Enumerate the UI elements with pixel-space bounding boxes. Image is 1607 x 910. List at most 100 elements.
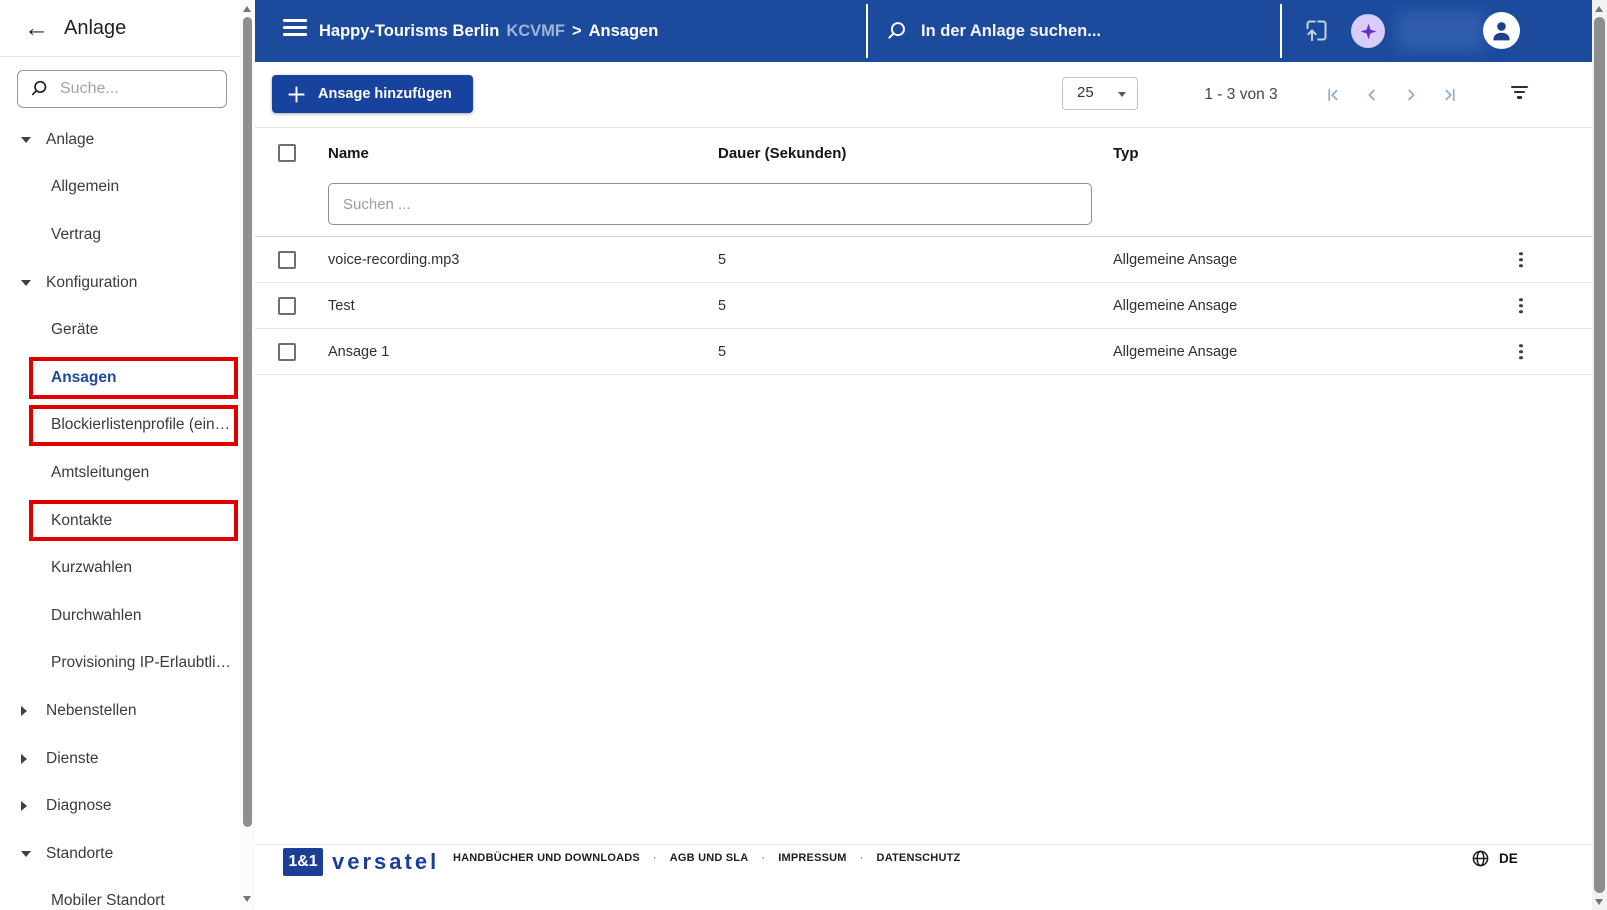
sidebar-item-label: Kontakte <box>51 511 113 529</box>
sidebar-item[interactable]: Durchwahlen <box>0 592 240 640</box>
breadcrumb-code: KCVMF <box>506 21 565 40</box>
sidebar-item[interactable]: Kontakte <box>0 497 240 545</box>
sidebar-item-label: Durchwahlen <box>51 606 142 624</box>
sidebar-item[interactable]: Allgemein <box>0 164 240 212</box>
row-checkbox[interactable] <box>278 297 296 315</box>
filter-icon[interactable] <box>1507 86 1531 99</box>
cell-name: voice-recording.mp3 <box>328 251 460 268</box>
header-search-box[interactable] <box>885 0 1265 62</box>
breadcrumb-page: Ansagen <box>588 21 659 40</box>
add-announcement-button[interactable]: Ansage hinzufügen <box>272 75 473 113</box>
pagination-controls <box>1324 62 1459 128</box>
logo-versatel-text: versatel <box>332 849 440 874</box>
sidebar-item-label: Dienste <box>46 749 99 767</box>
language-selector[interactable]: DE <box>1471 846 1518 870</box>
cell-duration: 5 <box>718 251 727 268</box>
sidebar-item-label: Anlage <box>46 130 95 148</box>
sidebar-scrollbar[interactable] <box>240 0 255 910</box>
column-header-name[interactable]: Name <box>328 145 369 162</box>
scroll-down-arrow-icon[interactable] <box>1595 899 1603 905</box>
sidebar-item-label: Diagnose <box>46 797 112 815</box>
sidebar-item[interactable]: Dienste <box>0 735 240 783</box>
globe-icon <box>1472 850 1489 866</box>
sidebar-search-box[interactable] <box>17 70 227 108</box>
sidebar-item[interactable]: Amtsleitungen <box>0 449 240 497</box>
sidebar-item[interactable]: Standorte <box>0 830 240 878</box>
back-arrow-icon[interactable]: ← <box>24 15 49 41</box>
page-scrollbar-thumb[interactable] <box>1594 17 1605 893</box>
column-header-duration[interactable]: Dauer (Sekunden) <box>718 145 846 162</box>
sidebar-item[interactable]: Mobiler Standort <box>0 878 240 910</box>
header-divider <box>866 4 868 58</box>
table-search-input[interactable] <box>328 183 1092 225</box>
sidebar-item[interactable]: Konfiguration <box>0 259 240 307</box>
sidebar-title: Anlage <box>64 16 127 39</box>
pointer-up-icon[interactable] <box>1303 17 1330 49</box>
sidebar-item-label: Standorte <box>46 844 114 862</box>
column-header-type[interactable]: Typ <box>1113 145 1139 162</box>
language-code: DE <box>1499 850 1518 866</box>
expander-triangle-icon <box>21 850 31 857</box>
sparkle-button[interactable] <box>1351 14 1385 48</box>
expander-triangle-icon <box>21 279 31 286</box>
table-row: Ansage 1 5 Allgemeine Ansage <box>255 329 1592 375</box>
previous-page-button[interactable] <box>1363 86 1381 104</box>
last-page-button[interactable] <box>1441 86 1459 104</box>
sidebar-item[interactable]: Ansagen <box>0 354 240 402</box>
sidebar-item[interactable]: Nebenstellen <box>0 687 240 735</box>
footer-link[interactable]: AGB UND SLA <box>640 852 748 864</box>
sidebar-item-label: Ansagen <box>51 368 117 386</box>
header-divider <box>1280 4 1282 58</box>
redacted-username <box>1397 11 1485 51</box>
pagination-range-label: 1 - 3 von 3 <box>1204 86 1278 103</box>
expander-triangle-icon <box>21 136 31 143</box>
user-avatar-button[interactable] <box>1483 12 1520 49</box>
first-page-button[interactable] <box>1324 86 1342 104</box>
menu-hamburger-icon[interactable] <box>283 19 307 36</box>
search-icon <box>31 80 47 96</box>
sidebar-scrollbar-thumb[interactable] <box>243 17 252 827</box>
footer: 1&1 versatel HANDBÜCHER UND DOWNLOADS AG… <box>255 844 1592 910</box>
cell-duration: 5 <box>718 343 727 360</box>
search-icon <box>888 21 905 39</box>
breadcrumb-account[interactable]: Happy-Tourisms Berlin <box>319 22 499 41</box>
add-announcement-label: Ansage hinzufügen <box>318 86 452 102</box>
footer-link[interactable]: HANDBÜCHER UND DOWNLOADS <box>453 852 640 864</box>
scroll-up-arrow-icon[interactable] <box>243 6 251 12</box>
sidebar-item[interactable]: Kurzwahlen <box>0 544 240 592</box>
sidebar-item-label: Provisioning IP-Erlaubtli… <box>51 654 232 672</box>
page-size-value: 25 <box>1077 84 1094 101</box>
row-menu-kebab-icon[interactable] <box>1513 296 1529 316</box>
expander-triangle-icon <box>21 705 27 716</box>
row-menu-kebab-icon[interactable] <box>1513 342 1529 362</box>
select-all-checkbox[interactable] <box>278 144 296 162</box>
next-page-button[interactable] <box>1402 86 1420 104</box>
sidebar: ← Anlage Anlage Allgemein Vertrag <box>0 0 240 910</box>
sidebar-item[interactable]: Anlage <box>0 116 240 164</box>
scroll-down-arrow-icon[interactable] <box>243 896 251 902</box>
page-size-select[interactable]: 25 <box>1062 77 1138 110</box>
sidebar-search-input[interactable] <box>60 80 215 98</box>
table-header: Name Dauer (Sekunden) Typ <box>255 128 1592 237</box>
page-scrollbar[interactable] <box>1592 0 1607 910</box>
sidebar-item[interactable]: Vertrag <box>0 211 240 259</box>
logo-1und1-box: 1&1 <box>283 848 323 876</box>
sidebar-item[interactable]: Diagnose <box>0 782 240 830</box>
row-checkbox[interactable] <box>278 343 296 361</box>
sidebar-item[interactable]: Geräte <box>0 306 240 354</box>
expander-triangle-icon <box>21 753 27 764</box>
table-row: Test 5 Allgemeine Ansage <box>255 283 1592 329</box>
footer-link[interactable]: DATENSCHUTZ <box>847 852 961 864</box>
sidebar-item[interactable]: Blockierlistenprofile (ein… <box>0 402 240 450</box>
footer-link[interactable]: IMPRESSUM <box>748 852 846 864</box>
chevron-down-icon <box>1118 92 1126 97</box>
cell-name: Test <box>328 297 355 314</box>
sidebar-item[interactable]: Provisioning IP-Erlaubtli… <box>0 640 240 688</box>
row-checkbox[interactable] <box>278 251 296 269</box>
header-search-input[interactable] <box>921 21 1265 41</box>
app-root: { "sidebar": { "title": "Anlage", "searc… <box>0 0 1607 910</box>
row-menu-kebab-icon[interactable] <box>1513 250 1529 270</box>
scroll-up-arrow-icon[interactable] <box>1595 6 1603 12</box>
breadcrumb: Happy-Tourisms Berlin KCVMF > Ansagen <box>319 0 658 62</box>
brand-logo[interactable]: 1&1 versatel <box>283 847 439 877</box>
